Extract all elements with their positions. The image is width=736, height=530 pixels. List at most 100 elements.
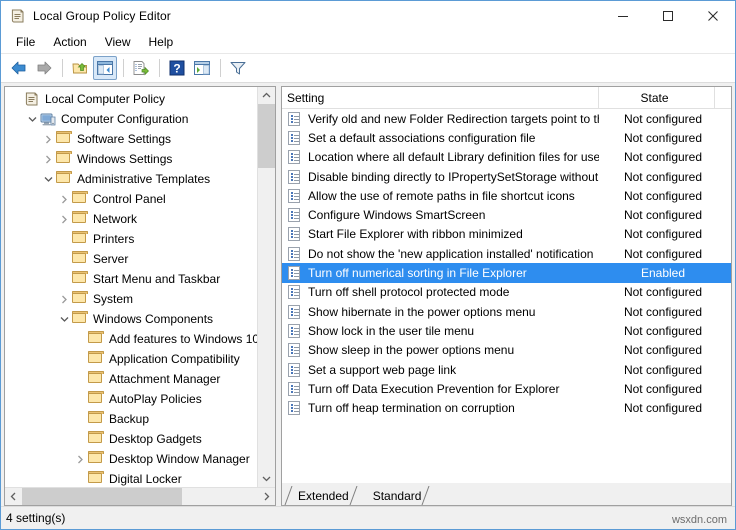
tree-node[interactable]: Backup: [5, 409, 257, 429]
policy-setting-icon: [287, 265, 303, 281]
tree-node[interactable]: Administrative Templates: [5, 169, 257, 189]
table-row[interactable]: Set a support web page link Not configure…: [282, 360, 731, 379]
policy-setting-icon: [287, 111, 303, 127]
tree-node[interactable]: Windows Components: [5, 309, 257, 329]
scroll-down-icon[interactable]: [258, 470, 275, 487]
menu-item-action[interactable]: Action: [44, 32, 95, 52]
chevron-down-icon[interactable]: [40, 171, 56, 187]
column-header-setting[interactable]: Setting: [282, 87, 599, 108]
table-row[interactable]: Turn off shell protocol protected mode No…: [282, 283, 731, 302]
policy-setting-icon: [287, 188, 303, 204]
menu-item-help[interactable]: Help: [140, 32, 183, 52]
tree-vertical-scrollbar[interactable]: [257, 87, 275, 487]
tree-node[interactable]: Application Compatibility: [5, 349, 257, 369]
window-controls: [600, 1, 735, 31]
tree-node[interactable]: Computer Configuration: [5, 109, 257, 129]
chevron-right-icon[interactable]: [56, 291, 72, 307]
help-icon[interactable]: ?: [165, 56, 189, 80]
maximize-button[interactable]: [645, 1, 690, 31]
watermark-text: wsxdn.com: [671, 514, 727, 526]
window-title: Local Group Policy Editor: [33, 9, 171, 23]
up-one-level-icon[interactable]: [68, 56, 92, 80]
chevron-right-icon[interactable]: [40, 151, 56, 167]
show-hide-action-pane-icon[interactable]: [190, 56, 214, 80]
setting-state: Not configured: [623, 381, 703, 396]
tree-node[interactable]: Desktop Window Manager: [5, 449, 257, 469]
tree-scroll-thumb[interactable]: [258, 104, 275, 168]
tree-node[interactable]: Attachment Manager: [5, 369, 257, 389]
chevron-down-icon[interactable]: [24, 111, 40, 127]
column-header-state[interactable]: State: [599, 87, 714, 108]
forward-icon[interactable]: [32, 56, 56, 80]
scroll-up-icon[interactable]: [258, 87, 275, 104]
tree-hscroll-thumb[interactable]: [22, 488, 182, 505]
computer-icon: [40, 111, 56, 127]
tree-node[interactable]: Start Menu and Taskbar: [5, 269, 257, 289]
table-row[interactable]: Location where all default Library defin…: [282, 148, 731, 167]
tree-horizontal-scrollbar[interactable]: [5, 487, 275, 505]
table-row[interactable]: Verify old and new Folder Redirection ta…: [282, 109, 731, 128]
back-icon[interactable]: [7, 56, 31, 80]
minimize-button[interactable]: [600, 1, 645, 31]
table-row[interactable]: Show sleep in the power options menu Not …: [282, 341, 731, 360]
chevron-right-icon[interactable]: [56, 211, 72, 227]
table-row[interactable]: Configure Windows SmartScreen Not configu…: [282, 205, 731, 224]
tree-node[interactable]: Add features to Windows 10: [5, 329, 257, 349]
scroll-right-icon[interactable]: [258, 488, 275, 505]
tree-node-label: Administrative Templates: [77, 172, 211, 186]
folder-icon: [88, 431, 104, 447]
setting-state: Not configured: [623, 169, 703, 184]
filter-icon[interactable]: [226, 56, 250, 80]
chevron-right-icon[interactable]: [72, 451, 88, 467]
settings-list[interactable]: Verify old and new Folder Redirection ta…: [282, 109, 731, 483]
table-row[interactable]: Start File Explorer with ribbon minimize…: [282, 225, 731, 244]
tree-node[interactable]: Printers: [5, 229, 257, 249]
tree-node[interactable]: Local Computer Policy: [5, 89, 257, 109]
setting-name: Turn off numerical sorting in File Explo…: [308, 266, 527, 281]
table-row[interactable]: Turn off numerical sorting in File Explo…: [282, 263, 731, 283]
folder-icon: [72, 211, 88, 227]
list-header: Setting State: [282, 87, 731, 109]
menu-item-view[interactable]: View: [96, 32, 140, 52]
tree-node-label: Printers: [93, 232, 135, 246]
tab-standard[interactable]: Standard: [358, 485, 430, 505]
setting-name: Show lock in the user tile menu: [308, 323, 475, 338]
tree-hscroll-track[interactable]: [22, 488, 258, 505]
toolbar-separator: [159, 59, 160, 77]
table-row[interactable]: Allow the use of remote paths in file sh…: [282, 186, 731, 205]
scroll-left-icon[interactable]: [5, 488, 22, 505]
chevron-down-icon[interactable]: [56, 311, 72, 327]
menu-item-file[interactable]: File: [7, 32, 44, 52]
tree-node[interactable]: Software Settings: [5, 129, 257, 149]
close-button[interactable]: [690, 1, 735, 31]
tree-node[interactable]: AutoPlay Policies: [5, 389, 257, 409]
tree-node[interactable]: Digital Locker: [5, 469, 257, 487]
table-row[interactable]: Show hibernate in the power options menu…: [282, 302, 731, 321]
setting-name: Location where all default Library defin…: [308, 150, 599, 165]
table-row[interactable]: Turn off heap termination on corruption N…: [282, 398, 731, 417]
tree-node[interactable]: Control Panel: [5, 189, 257, 209]
show-hide-console-tree-icon[interactable]: [93, 56, 117, 80]
policy-tree[interactable]: Local Computer Policy Computer Configurat…: [5, 87, 257, 487]
tree-node[interactable]: System: [5, 289, 257, 309]
tree-node[interactable]: Desktop Gadgets: [5, 429, 257, 449]
folder-icon: [72, 271, 88, 287]
setting-state: Enabled: [640, 266, 686, 281]
table-row[interactable]: Show lock in the user tile menu Not confi…: [282, 321, 731, 340]
table-row[interactable]: Turn off Data Execution Prevention for E…: [282, 379, 731, 398]
table-row[interactable]: Set a default associations configuration…: [282, 128, 731, 147]
setting-name: Allow the use of remote paths in file sh…: [308, 188, 575, 203]
tree-node[interactable]: Server: [5, 249, 257, 269]
table-row[interactable]: Do not show the 'new application install…: [282, 244, 731, 263]
export-list-icon[interactable]: [129, 56, 153, 80]
tree-node[interactable]: Network: [5, 209, 257, 229]
chevron-right-icon[interactable]: [40, 131, 56, 147]
chevron-right-icon[interactable]: [56, 191, 72, 207]
table-row[interactable]: Disable binding directly to IPropertySet…: [282, 167, 731, 186]
policy-setting-icon: [287, 130, 303, 146]
tree-node-label: Server: [93, 252, 129, 266]
tree-scroll-track[interactable]: [258, 104, 275, 470]
tab-extended[interactable]: Extended: [284, 485, 358, 505]
tree-node[interactable]: Windows Settings: [5, 149, 257, 169]
